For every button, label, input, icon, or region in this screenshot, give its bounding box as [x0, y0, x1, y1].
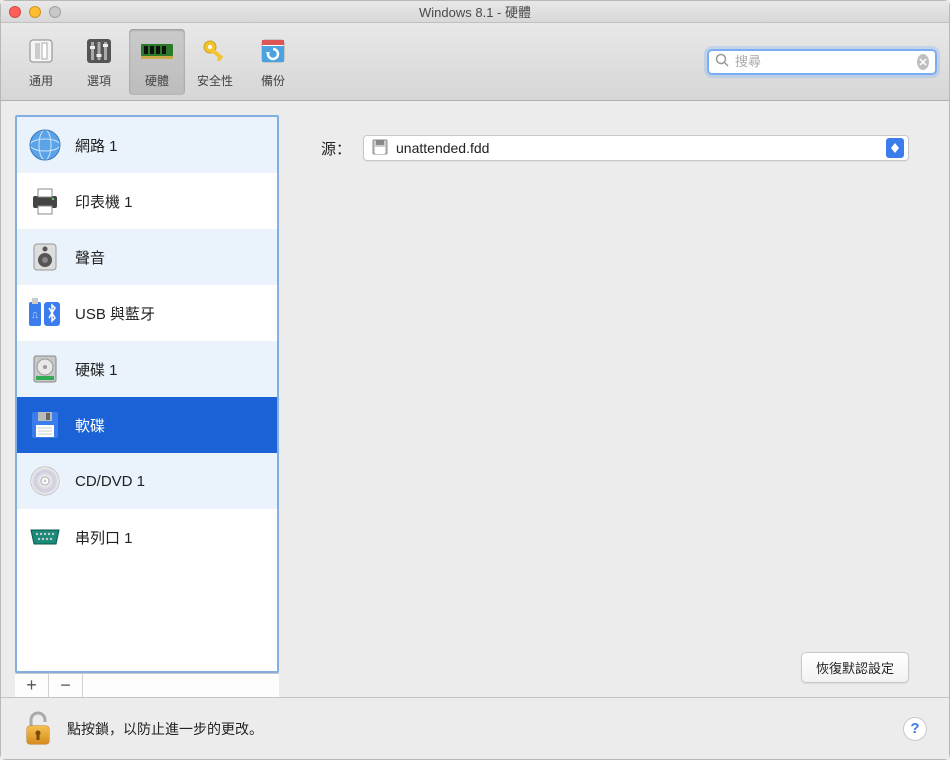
- speaker-icon: [27, 239, 63, 275]
- hardware-sidebar: 網路 1 印表機 1 聲音 ⎍: [15, 115, 279, 673]
- switch-icon: [24, 34, 58, 68]
- ram-icon: [140, 34, 174, 68]
- sidebar-item-usb-bluetooth[interactable]: ⎍ USB 與藍牙: [17, 285, 277, 341]
- sidebar-item-floppy[interactable]: 軟碟: [17, 397, 277, 453]
- search-input[interactable]: [735, 54, 911, 69]
- search-box[interactable]: [707, 49, 937, 75]
- sliders-icon: [82, 34, 116, 68]
- titlebar: Windows 8.1 - 硬體: [1, 1, 949, 23]
- sidebar-item-label: 串列口 1: [75, 527, 133, 548]
- minimize-window-button[interactable]: [29, 6, 41, 18]
- sidebar-item-label: USB 與藍牙: [75, 303, 155, 324]
- cd-icon: [27, 463, 63, 499]
- key-icon: [198, 34, 232, 68]
- source-label: 源：: [321, 138, 351, 159]
- toolbar-item-general[interactable]: 通用: [13, 29, 69, 95]
- backup-icon: [256, 34, 290, 68]
- source-select[interactable]: unattended.fdd: [363, 135, 909, 161]
- svg-text:⎍: ⎍: [32, 311, 38, 320]
- toolbar-item-label: 選項: [87, 72, 111, 89]
- sidebar-item-label: 軟碟: [75, 415, 105, 436]
- help-button[interactable]: ?: [903, 717, 927, 741]
- sidebar-item-hdd[interactable]: 硬碟 1: [17, 341, 277, 397]
- close-window-button[interactable]: [9, 6, 21, 18]
- sidebar-item-label: 聲音: [75, 247, 105, 268]
- toolbar-item-label: 通用: [29, 72, 53, 89]
- serial-port-icon: [27, 519, 63, 555]
- lock-icon[interactable]: [23, 710, 53, 748]
- sidebar-item-network[interactable]: 網路 1: [17, 117, 277, 173]
- sidebar-item-label: 印表機 1: [75, 191, 133, 212]
- search-icon: [715, 53, 729, 70]
- sidebar-item-label: 硬碟 1: [75, 359, 118, 380]
- floppy-icon: [27, 407, 63, 443]
- sidebar-item-label: CD/DVD 1: [75, 473, 145, 490]
- toolbar-item-options[interactable]: 選項: [71, 29, 127, 95]
- select-arrows-icon: [886, 138, 904, 158]
- floppy-small-icon: [372, 139, 388, 158]
- sidebar-list[interactable]: 網路 1 印表機 1 聲音 ⎍: [17, 117, 277, 671]
- traffic-lights: [9, 6, 61, 18]
- sidebar-wrap: 網路 1 印表機 1 聲音 ⎍: [1, 101, 291, 697]
- sidebar-footer: + −: [15, 673, 279, 697]
- search-clear-button[interactable]: [917, 54, 929, 70]
- toolbar-item-security[interactable]: 安全性: [187, 29, 243, 95]
- globe-icon: [27, 127, 63, 163]
- sidebar-add-button[interactable]: +: [15, 674, 49, 697]
- zoom-window-button[interactable]: [49, 6, 61, 18]
- sidebar-item-sound[interactable]: 聲音: [17, 229, 277, 285]
- usb-bluetooth-icon: ⎍: [27, 295, 63, 331]
- footer-bar: 點按鎖，以防止進一步的更改。 ?: [1, 697, 949, 759]
- window-title: Windows 8.1 - 硬體: [9, 2, 941, 21]
- sidebar-item-label: 網路 1: [75, 135, 118, 156]
- toolbar-item-backup[interactable]: 備份: [245, 29, 301, 95]
- toolbar: 通用 選項 硬體 安全性 備份: [1, 23, 949, 101]
- sidebar-item-serial[interactable]: 串列口 1: [17, 509, 277, 565]
- source-row: 源： unattended.fdd: [321, 135, 909, 161]
- main-panel: 源： unattended.fdd 恢復默認設定: [291, 101, 949, 697]
- source-select-value: unattended.fdd: [396, 140, 878, 156]
- sidebar-item-printer[interactable]: 印表機 1: [17, 173, 277, 229]
- toolbar-item-label: 硬體: [145, 72, 169, 89]
- lock-hint-text: 點按鎖，以防止進一步的更改。: [67, 719, 889, 739]
- toolbar-item-label: 備份: [261, 72, 285, 89]
- toolbar-item-hardware[interactable]: 硬體: [129, 29, 185, 95]
- content-area: 網路 1 印表機 1 聲音 ⎍: [1, 101, 949, 697]
- sidebar-item-cddvd[interactable]: CD/DVD 1: [17, 453, 277, 509]
- restore-defaults-button[interactable]: 恢復默認設定: [801, 652, 909, 683]
- printer-icon: [27, 183, 63, 219]
- sidebar-remove-button[interactable]: −: [49, 674, 83, 697]
- hdd-icon: [27, 351, 63, 387]
- toolbar-item-label: 安全性: [197, 72, 233, 89]
